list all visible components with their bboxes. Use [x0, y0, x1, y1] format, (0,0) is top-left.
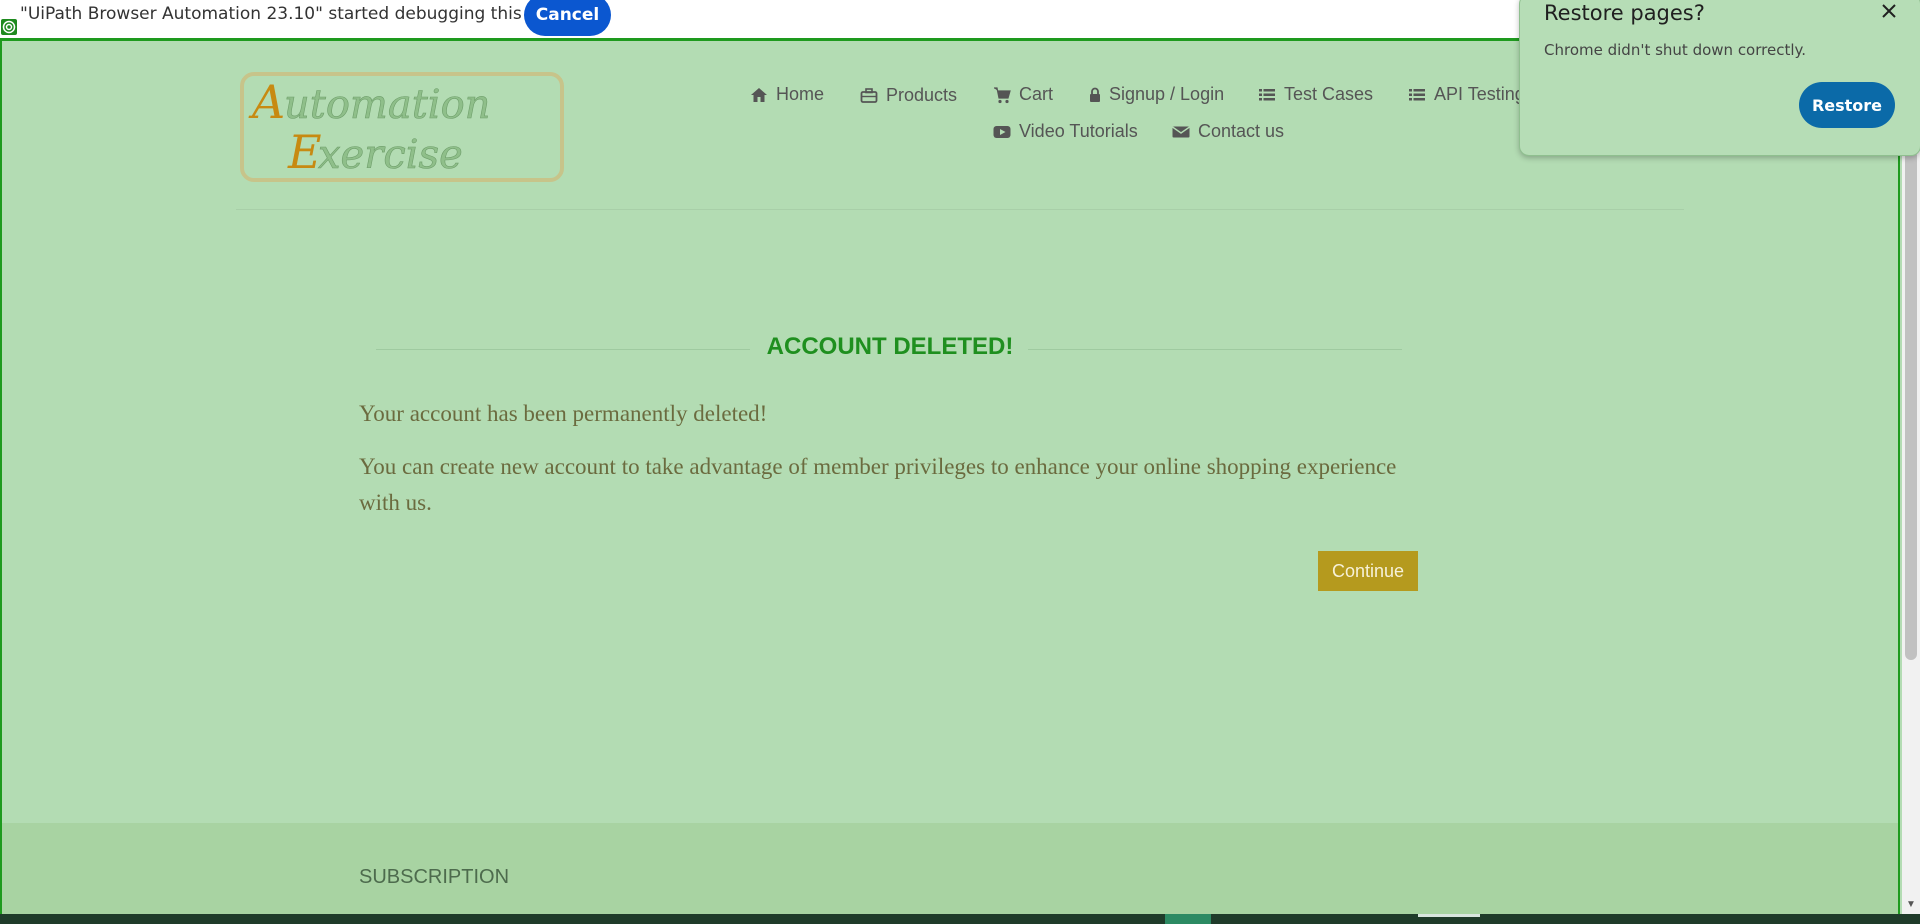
site-logo[interactable]: A utomation E xercise [240, 72, 564, 182]
nav-api-testing[interactable]: API Testing [1408, 84, 1525, 105]
list-icon [1408, 86, 1426, 104]
logo-text-line2: xercise [318, 132, 463, 178]
nav-products-label: Products [886, 85, 958, 105]
nav-test-cases[interactable]: Test Cases [1258, 84, 1373, 105]
taskbar-active-app[interactable] [1165, 914, 1211, 924]
create-account-message: You can create new account to take advan… [359, 454, 1397, 515]
title-divider-left [376, 349, 750, 350]
debug-frame-right [1898, 41, 1900, 924]
restore-popup-title: Restore pages? [1544, 1, 1705, 25]
scrollbar-thumb[interactable] [1905, 150, 1917, 660]
nav-signup-login[interactable]: Signup / Login [1089, 84, 1224, 105]
footer [2, 823, 1898, 924]
nav-contact-us-label: Contact us [1198, 121, 1285, 141]
taskbar [0, 914, 1920, 924]
title-divider-right [1028, 349, 1402, 350]
nav-api-testing-label: API Testing [1434, 84, 1525, 104]
taskbar-indicator [1418, 914, 1480, 917]
scroll-down-arrow-icon[interactable]: ▼ [1905, 900, 1917, 910]
nav-cart-label: Cart [1019, 84, 1054, 104]
restore-pages-popup: Restore pages? Chrome didn't shut down c… [1519, 0, 1920, 156]
account-deleted-title: ACCOUNT DELETED! [766, 333, 1014, 360]
header-divider [236, 209, 1684, 210]
debug-frame-left [0, 41, 2, 924]
products-icon [860, 87, 878, 105]
list-icon [1258, 86, 1276, 104]
restore-popup-message: Chrome didn't shut down correctly. [1544, 41, 1807, 59]
logo-initial-e: E [287, 125, 322, 178]
nav-home[interactable]: Home [750, 84, 824, 105]
cart-icon [993, 86, 1011, 104]
account-deleted-message: Your account has been permanently delete… [359, 401, 768, 426]
continue-button[interactable]: Continue [1318, 551, 1418, 591]
uipath-debug-icon [1, 19, 17, 35]
home-icon [750, 86, 768, 104]
cancel-debugging-button[interactable]: Cancel [524, 0, 611, 36]
subscription-heading: SUBSCRIPTION [359, 866, 510, 888]
nav-home-label: Home [776, 84, 825, 104]
logo-initial-a: A [248, 76, 285, 129]
logo-text-line1: utomation [284, 82, 490, 128]
infobar-message: "UiPath Browser Automation 23.10" starte… [20, 4, 596, 24]
youtube-icon [993, 123, 1011, 141]
close-icon[interactable] [1877, 0, 1901, 23]
nav-products[interactable]: Products [860, 85, 957, 106]
restore-button[interactable]: Restore [1799, 82, 1895, 128]
nav-signup-login-label: Signup / Login [1109, 84, 1225, 104]
nav-test-cases-label: Test Cases [1284, 84, 1374, 104]
nav-cart[interactable]: Cart [993, 84, 1053, 105]
nav-video-tutorials-label: Video Tutorials [1019, 121, 1138, 141]
lock-icon [1089, 86, 1101, 104]
envelope-icon [1172, 123, 1190, 141]
nav-video-tutorials[interactable]: Video Tutorials [993, 121, 1138, 142]
nav-contact-us[interactable]: Contact us [1172, 121, 1284, 142]
